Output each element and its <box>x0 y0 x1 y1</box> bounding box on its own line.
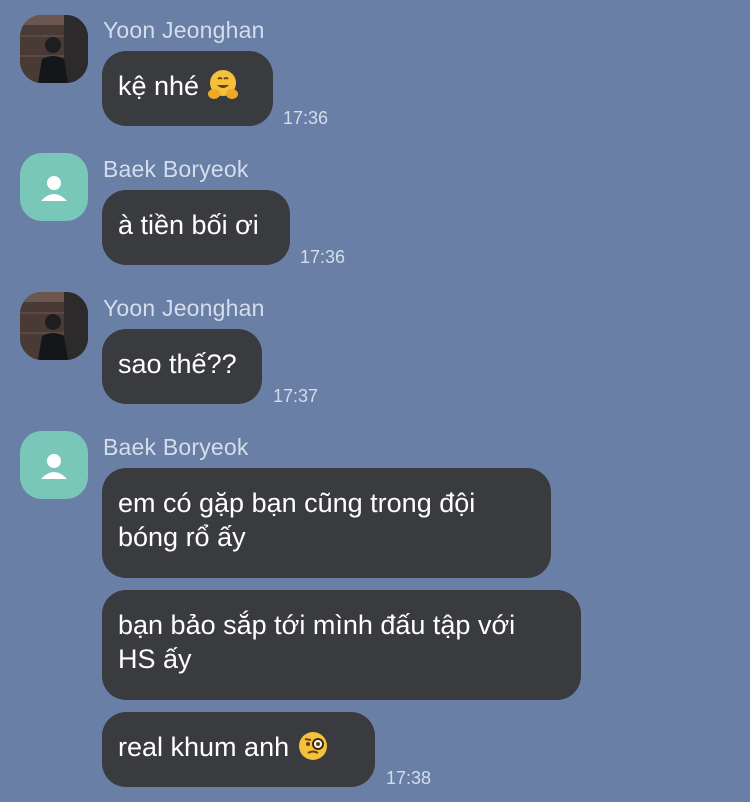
sender-name: Yoon Jeonghan <box>103 17 265 43</box>
hugging-face-icon <box>208 70 239 99</box>
photo-avatar-icon <box>20 292 88 360</box>
message-text: real khum anh <box>118 732 290 762</box>
message-timestamp: 17:36 <box>283 108 329 128</box>
message-text-line: bạn bảo sắp tới mình đấu tập với <box>118 610 516 640</box>
message-text-line: HS ấy <box>118 644 192 674</box>
message-bubble[interactable]: kệ nhé <box>102 51 273 126</box>
face-with-monocle-icon <box>299 732 328 760</box>
sender-avatar-baek-boryeok[interactable] <box>20 431 88 499</box>
photo-avatar-icon <box>20 15 88 83</box>
sender-name: Baek Boryeok <box>103 156 249 182</box>
message-timestamp: 17:38 <box>386 768 432 788</box>
message-text-line: bóng rổ ấy <box>118 522 246 552</box>
sender-avatar-yoon-jeonghan[interactable] <box>20 292 88 360</box>
message-bubble[interactable]: sao thế?? <box>102 329 262 404</box>
message-bubble[interactable]: bạn bảo sắp tới mình đấu tập với HS ấy <box>102 590 581 700</box>
sender-avatar-baek-boryeok[interactable] <box>20 153 88 221</box>
message-bubble[interactable]: real khum anh <box>102 712 375 787</box>
default-person-avatar-icon <box>41 176 67 201</box>
sender-name: Yoon Jeonghan <box>103 295 265 321</box>
message-bubble[interactable]: em có gặp bạn cũng trong đội bóng rổ ấy <box>102 468 551 578</box>
default-person-avatar-icon <box>41 454 67 479</box>
sender-avatar-yoon-jeonghan[interactable] <box>20 15 88 83</box>
message-timestamp: 17:37 <box>273 386 319 406</box>
chat-screen: { "messages": [ {"sender": "Yoon Jeongha… <box>0 0 750 802</box>
message-text: sao thế?? <box>118 349 237 379</box>
message-timestamp: 17:36 <box>300 247 346 267</box>
message-text-line: em có gặp bạn cũng trong đội <box>118 488 476 518</box>
message-text: kệ nhé <box>118 71 200 101</box>
sender-name: Baek Boryeok <box>103 434 249 460</box>
message-text: à tiền bối ơi <box>118 210 259 240</box>
message-bubble[interactable]: à tiền bối ơi <box>102 190 290 265</box>
